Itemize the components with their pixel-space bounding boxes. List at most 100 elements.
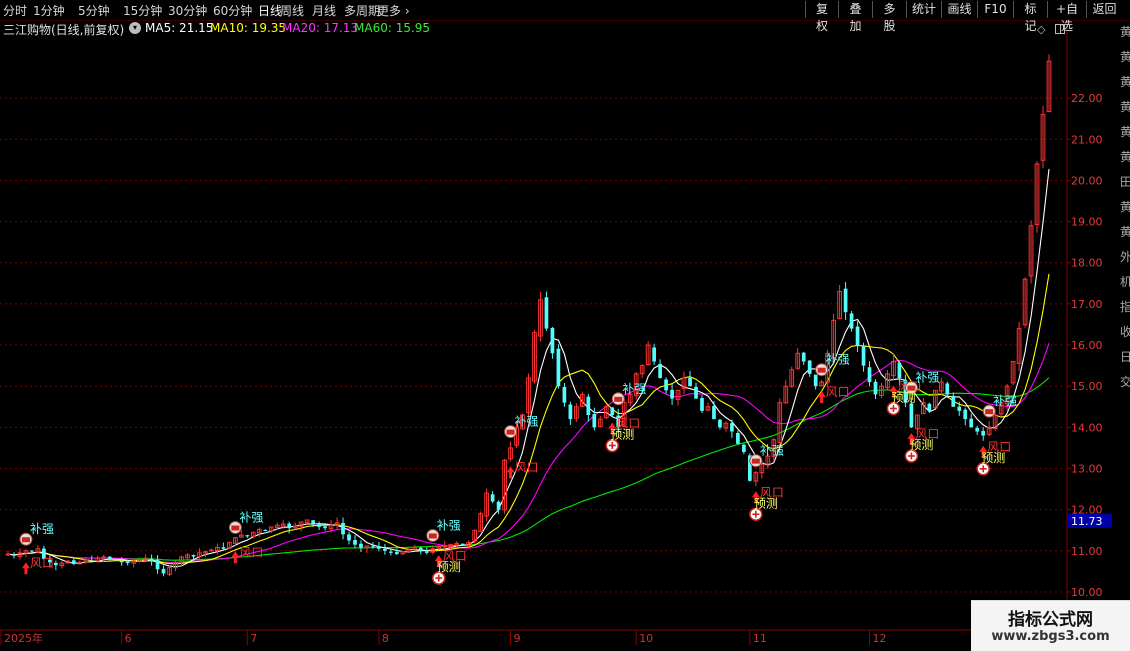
candle[interactable] bbox=[867, 361, 872, 387]
candle[interactable] bbox=[730, 419, 734, 438]
candle[interactable] bbox=[986, 421, 992, 437]
side-strip-char[interactable]: 黄 bbox=[1120, 198, 1130, 215]
candle[interactable] bbox=[364, 545, 370, 553]
candle[interactable] bbox=[209, 548, 214, 552]
side-strip-char[interactable]: 外 bbox=[1120, 248, 1130, 265]
side-panel-strip[interactable]: 黄黄黄黄黄黄田黄黄外机指收日交 bbox=[1120, 21, 1130, 601]
candle[interactable] bbox=[54, 560, 58, 571]
candle[interactable] bbox=[412, 544, 418, 550]
candle[interactable] bbox=[742, 443, 746, 455]
toolbar-button-2[interactable]: 多股 bbox=[872, 1, 906, 33]
candle[interactable] bbox=[568, 401, 573, 425]
candle[interactable] bbox=[951, 392, 956, 407]
candle[interactable] bbox=[658, 359, 662, 379]
candle[interactable] bbox=[161, 565, 166, 577]
candle[interactable] bbox=[795, 347, 801, 370]
candle[interactable] bbox=[59, 560, 65, 569]
side-strip-char[interactable]: 黄 bbox=[1120, 223, 1130, 240]
toolbar-button-0[interactable]: 复权 bbox=[805, 1, 838, 33]
candle[interactable] bbox=[532, 329, 537, 384]
candle[interactable] bbox=[400, 550, 406, 555]
candle[interactable] bbox=[849, 311, 854, 332]
candle[interactable] bbox=[287, 521, 292, 534]
side-strip-char[interactable]: 黄 bbox=[1120, 23, 1130, 40]
side-strip-char[interactable]: 收 bbox=[1120, 323, 1130, 340]
diamond-icon[interactable]: ◇ bbox=[1037, 23, 1045, 36]
candle[interactable] bbox=[317, 521, 321, 531]
kline-chart[interactable]: 补强风口补强风口补强风口预测补强风口补强风口预测补强风口预测补强风口风口补强预测… bbox=[0, 0, 1130, 650]
candle[interactable] bbox=[12, 552, 16, 559]
toolbar-button-5[interactable]: F10 bbox=[977, 1, 1013, 18]
candle[interactable] bbox=[149, 554, 154, 566]
candle[interactable] bbox=[945, 381, 950, 398]
candle[interactable] bbox=[1040, 105, 1046, 169]
candle[interactable] bbox=[472, 529, 478, 544]
candle[interactable] bbox=[496, 500, 501, 514]
candle[interactable] bbox=[245, 534, 250, 538]
side-strip-char[interactable]: 黄 bbox=[1120, 73, 1130, 90]
candle[interactable] bbox=[664, 377, 668, 394]
toolbar-button-8[interactable]: 返回 bbox=[1086, 1, 1122, 18]
candle[interactable] bbox=[484, 488, 489, 522]
side-strip-char[interactable]: 日 bbox=[1120, 348, 1130, 365]
candle[interactable] bbox=[460, 543, 465, 547]
period-tab-3[interactable]: 15分钟 bbox=[123, 2, 162, 19]
candle[interactable] bbox=[556, 344, 561, 389]
candles[interactable] bbox=[5, 54, 1052, 577]
side-strip-char[interactable]: 黄 bbox=[1120, 148, 1130, 165]
candle[interactable] bbox=[197, 548, 202, 560]
candle[interactable] bbox=[23, 549, 29, 558]
period-tab-5[interactable]: 60分钟 bbox=[213, 2, 252, 19]
candle[interactable] bbox=[35, 545, 41, 553]
candle[interactable] bbox=[341, 517, 345, 540]
candle[interactable] bbox=[981, 427, 986, 441]
candle[interactable] bbox=[71, 557, 76, 566]
candle[interactable] bbox=[705, 402, 711, 412]
candle[interactable] bbox=[538, 292, 543, 342]
candle[interactable] bbox=[502, 458, 507, 514]
candle[interactable] bbox=[377, 541, 381, 552]
candle[interactable] bbox=[873, 379, 878, 400]
candle[interactable] bbox=[1046, 54, 1052, 113]
candle[interactable] bbox=[353, 534, 357, 548]
period-tab-8[interactable]: 月线 bbox=[312, 2, 336, 19]
candle[interactable] bbox=[1022, 277, 1028, 328]
period-tab-4[interactable]: 30分钟 bbox=[168, 2, 207, 19]
candle[interactable] bbox=[675, 389, 681, 406]
candle[interactable] bbox=[694, 382, 698, 399]
toolbar-button-1[interactable]: 叠加 bbox=[838, 1, 872, 33]
candle[interactable] bbox=[359, 540, 363, 553]
side-strip-char[interactable]: 黄 bbox=[1120, 48, 1130, 65]
candle[interactable] bbox=[718, 418, 722, 430]
toolbar-button-7[interactable]: +自选 bbox=[1047, 1, 1086, 33]
candle[interactable] bbox=[574, 402, 579, 422]
candle[interactable] bbox=[938, 377, 944, 396]
side-strip-char[interactable]: 田 bbox=[1120, 173, 1130, 190]
candle[interactable] bbox=[783, 379, 789, 404]
side-strip-char[interactable]: 黄 bbox=[1120, 123, 1130, 140]
candle[interactable] bbox=[891, 353, 896, 381]
candle[interactable] bbox=[298, 521, 304, 532]
stock-title[interactable]: 三江购物(日线,前复权) bbox=[3, 21, 124, 38]
candle[interactable] bbox=[963, 407, 968, 426]
toolbar-button-3[interactable]: 统计 bbox=[906, 1, 941, 18]
side-strip-char[interactable]: 机 bbox=[1120, 273, 1130, 290]
candle[interactable] bbox=[389, 549, 393, 556]
candle[interactable] bbox=[681, 371, 687, 395]
candle[interactable] bbox=[801, 351, 806, 365]
candle[interactable] bbox=[861, 342, 866, 372]
candle[interactable] bbox=[700, 395, 704, 414]
candle[interactable] bbox=[5, 551, 11, 556]
candle[interactable] bbox=[304, 519, 310, 524]
candle[interactable] bbox=[777, 398, 783, 446]
settings-circle-icon[interactable]: ▾ bbox=[129, 22, 141, 34]
candle[interactable] bbox=[395, 548, 399, 555]
candle[interactable] bbox=[819, 379, 825, 387]
period-tab-7[interactable]: 周线 bbox=[280, 2, 304, 19]
candle[interactable] bbox=[1010, 361, 1016, 386]
candle[interactable] bbox=[603, 404, 609, 420]
candle[interactable] bbox=[586, 393, 591, 422]
candle[interactable] bbox=[753, 470, 759, 487]
candle[interactable] bbox=[639, 363, 645, 379]
period-tab-9[interactable]: 多周期 bbox=[344, 2, 380, 19]
